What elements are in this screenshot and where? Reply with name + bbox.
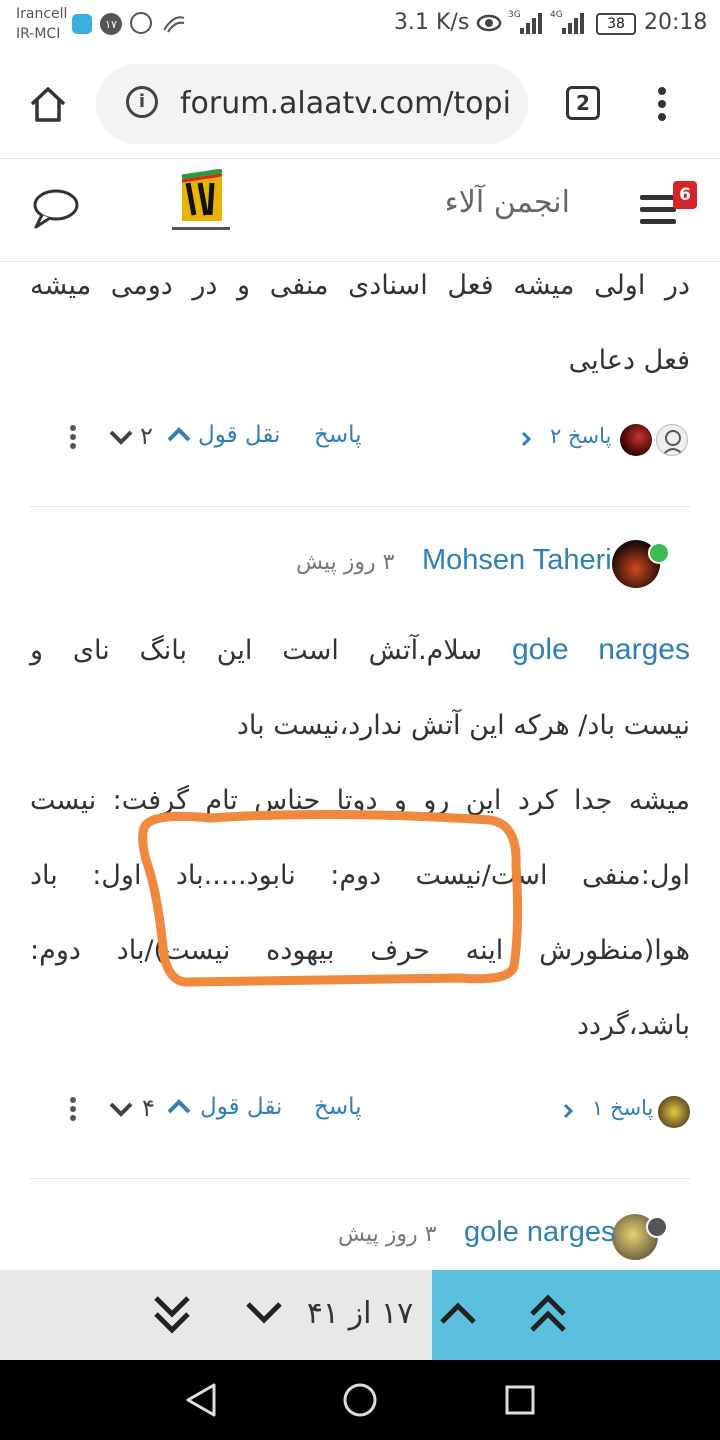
browser-toolbar: i forum.alaatv.com/topic 2 xyxy=(0,50,720,158)
system-navigation-bar xyxy=(0,1360,720,1440)
post-divider xyxy=(30,1178,690,1179)
post1-actions: ۲ نقل قول پاسخ ۲ پاسخ xyxy=(30,412,690,468)
post2-line: gole narges سلام.آتش است این بانگ نای و xyxy=(30,612,690,688)
post1-reply-button[interactable]: پاسخ xyxy=(314,422,362,448)
post2-mention[interactable]: gole narges xyxy=(512,633,690,666)
post1-upvote-icon[interactable] xyxy=(166,426,192,444)
wifi-cast-icon xyxy=(162,12,186,34)
post1-reply-avatar[interactable] xyxy=(620,424,652,456)
first-page-icon[interactable] xyxy=(526,1288,570,1338)
post1-more-icon[interactable] xyxy=(68,424,78,452)
previous-page-icon[interactable] xyxy=(436,1298,480,1328)
post1-vote-count: ۲ xyxy=(140,422,153,450)
post2-timestamp[interactable]: ۳ روز پیش xyxy=(296,550,395,575)
post1-line: در اولی میشه فعل اسنادی منفی و در دومی م… xyxy=(30,270,690,301)
post-divider xyxy=(30,506,690,507)
post2-downvote-icon[interactable] xyxy=(108,1100,134,1118)
info-icon[interactable]: i xyxy=(126,86,158,118)
post2-replies-chevron-icon[interactable] xyxy=(562,1102,574,1120)
status-bar: Irancell IR-MCI ۱۷ 3.1 K/s 3G 4G 38 20:1… xyxy=(0,0,720,50)
signal-3g-icon: 3G xyxy=(508,10,546,36)
post2-reply-button[interactable]: پاسخ xyxy=(314,1094,362,1120)
network-speed: 3.1 K/s xyxy=(394,10,470,35)
post2-more-icon[interactable] xyxy=(68,1096,78,1124)
post2-line: باشد،گردد xyxy=(576,1010,690,1041)
battery-level: 38 xyxy=(607,16,625,32)
post2-author-name[interactable]: Mohsen Taheri xyxy=(422,544,612,577)
whatsapp-icon xyxy=(130,12,152,34)
highlight-annotation xyxy=(138,809,523,987)
post2-upvote-icon[interactable] xyxy=(166,1098,192,1116)
shield-app-icon xyxy=(72,14,92,34)
notification-badge[interactable]: 6 xyxy=(673,181,697,209)
notification-count-icon: ۱۷ xyxy=(100,13,122,35)
post3-header: gole narges ۳ روز پیش xyxy=(30,1208,690,1268)
next-page-icon[interactable] xyxy=(242,1298,286,1328)
post2-reply-avatar[interactable] xyxy=(658,1096,690,1128)
post1-reply-avatar[interactable] xyxy=(656,424,688,456)
last-page-icon[interactable] xyxy=(150,1290,194,1340)
post1-quote-button[interactable]: نقل قول xyxy=(198,422,280,448)
carrier-label-1: Irancell xyxy=(16,6,68,22)
post1-replies-link[interactable]: ۲ پاسخ xyxy=(550,424,611,448)
post2-line: نیست باد/ هرکه این آتش ندارد،نیست باد xyxy=(236,710,690,741)
eye-icon xyxy=(476,12,502,34)
address-bar[interactable]: i forum.alaatv.com/topic xyxy=(96,64,528,144)
post3-author-name[interactable]: gole narges xyxy=(464,1216,616,1249)
post2-vote-count: ۴ xyxy=(142,1094,155,1122)
post3-timestamp[interactable]: ۳ روز پیش xyxy=(338,1222,437,1247)
online-status-indicator xyxy=(648,542,670,564)
post2-quote-button[interactable]: نقل قول xyxy=(200,1094,282,1120)
clock: 20:18 xyxy=(644,10,708,35)
page-position: ۱۷ از ۴۱ xyxy=(306,1296,414,1331)
home-icon[interactable] xyxy=(26,82,70,126)
post2-header: Mohsen Taheri ۳ روز پیش xyxy=(30,536,690,596)
home-nav-icon[interactable] xyxy=(342,1382,378,1418)
signal-4g-icon: 4G xyxy=(550,10,588,36)
recents-icon[interactable] xyxy=(504,1384,536,1416)
forum-title: انجمن آلاء xyxy=(444,185,570,220)
post2-line-text: سلام.آتش است این بانگ نای و xyxy=(30,635,483,666)
post2-replies-link[interactable]: ۱ پاسخ xyxy=(592,1096,653,1120)
url-text[interactable]: forum.alaatv.com/topic xyxy=(180,84,510,124)
tab-switcher-button[interactable]: 2 xyxy=(566,86,600,120)
battery-icon: 38 xyxy=(596,13,636,35)
carrier-label-2: IR-MCI xyxy=(16,26,61,42)
post2-actions: ۴ نقل قول پاسخ ۱ پاسخ xyxy=(30,1084,690,1140)
back-icon[interactable] xyxy=(184,1382,218,1418)
overflow-menu-icon[interactable] xyxy=(650,86,674,126)
post1-line: فعل دعایی xyxy=(568,345,690,376)
alaa-logo[interactable] xyxy=(170,168,232,241)
offline-status-indicator xyxy=(646,1216,668,1238)
forum-header: انجمن آلاء 6 xyxy=(0,158,720,262)
pagination-bar: ۱۷ از ۴۱ xyxy=(0,1270,720,1360)
chat-icon[interactable] xyxy=(30,187,82,231)
post1-downvote-icon[interactable] xyxy=(108,428,134,446)
post1-body: در اولی میشه فعل اسنادی منفی و در دومی م… xyxy=(30,248,690,398)
post1-replies-chevron-icon[interactable] xyxy=(520,430,532,448)
